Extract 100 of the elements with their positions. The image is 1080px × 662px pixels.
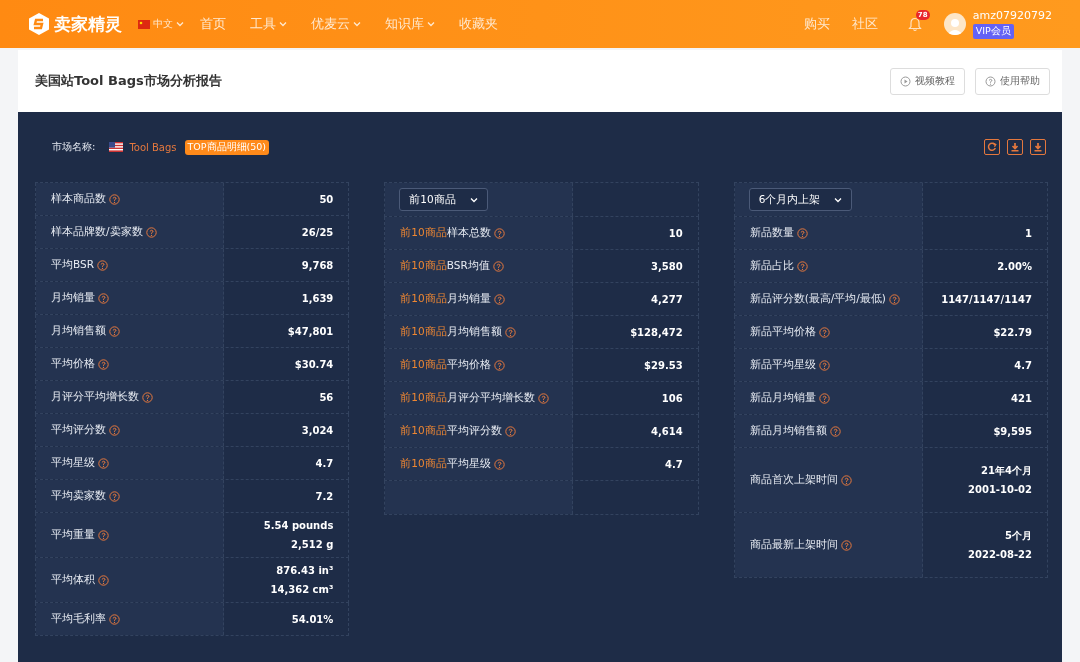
help-icon xyxy=(98,358,109,370)
metric-label: 平均价格 xyxy=(51,357,95,371)
help-icon xyxy=(97,259,108,271)
top-products-tag[interactable]: TOP商品明细(50) xyxy=(184,139,270,155)
nav-link[interactable]: 收藏夹 xyxy=(459,15,498,33)
nav-link[interactable]: 首页 xyxy=(200,15,226,33)
metric-label: 新品月均销售额 xyxy=(749,424,827,438)
metric-label: 平均评分数 xyxy=(51,423,106,437)
brand-name: 卖家精灵 xyxy=(54,12,122,36)
metric-value: 10 xyxy=(668,226,683,241)
chevron-down-icon xyxy=(353,21,361,27)
metric-value: 21年4个月 2001-10-02 xyxy=(968,464,1032,497)
metric-label: 新品占比 xyxy=(749,259,794,273)
metric-label: 商品首次上架时间 xyxy=(749,473,838,487)
metric-value: 1147/1147/1147 xyxy=(941,292,1032,307)
metric-value: 50 xyxy=(319,192,334,207)
metric-value: 3,580 xyxy=(651,259,683,274)
help-icon xyxy=(142,391,153,403)
metric-label: 前10商品月评分平均增长数 xyxy=(400,391,535,405)
help-icon xyxy=(796,260,808,272)
nav-link[interactable]: 优麦云 xyxy=(311,15,361,33)
refresh-button[interactable] xyxy=(984,139,1000,155)
metric-value: 1 xyxy=(1025,226,1032,241)
metric-label: 月均销售额 xyxy=(51,324,106,338)
help-icon xyxy=(840,474,852,486)
help-icon xyxy=(829,425,841,437)
nav-link[interactable]: 工具 xyxy=(250,15,287,33)
chevron-down-icon xyxy=(834,196,843,203)
metric-value: 4,277 xyxy=(651,292,683,307)
help-icon xyxy=(109,490,120,502)
metric-label: 月均销量 xyxy=(51,291,95,305)
help-icon xyxy=(493,458,505,470)
help-icon xyxy=(504,326,516,338)
help-button[interactable]: 使用帮助 xyxy=(975,67,1050,95)
help-icon xyxy=(98,292,109,304)
help-icon xyxy=(796,227,808,239)
metric-value: $9,595 xyxy=(993,424,1032,439)
metric-value: 9,768 xyxy=(301,258,334,273)
market-label: 市场名称: xyxy=(52,140,96,154)
metric-value: 3,024 xyxy=(301,423,334,438)
metric-value: $47,801 xyxy=(287,324,334,339)
chevron-down-icon xyxy=(427,21,435,27)
play-icon xyxy=(900,75,911,87)
metric-label: 新品数量 xyxy=(749,226,794,240)
metric-label: 前10商品平均价格 xyxy=(400,358,491,372)
metric-value: $128,472 xyxy=(630,325,683,340)
download-button[interactable] xyxy=(1030,139,1046,155)
chevron-down-icon xyxy=(176,21,184,27)
metric-label: 前10商品平均星级 xyxy=(400,457,491,471)
metric-value: 5.54 pounds 2,512 g xyxy=(263,519,334,552)
metric-label: 前10商品BSR均值 xyxy=(400,259,490,273)
metric-value: 876.43 in³ 14,362 cm³ xyxy=(270,564,334,597)
metric-label: 前10商品月均销售额 xyxy=(400,325,502,339)
metric-label: 新品平均星级 xyxy=(749,358,816,372)
help-icon xyxy=(109,613,120,625)
nav-link[interactable]: 社区 xyxy=(851,15,878,33)
chevron-down-icon xyxy=(469,196,478,203)
help-icon xyxy=(98,457,109,469)
help-icon xyxy=(109,424,120,436)
dropdown-select[interactable]: 前10商品 xyxy=(399,188,488,211)
metric-label: 平均毛利率 xyxy=(51,612,106,626)
metric-label: 样本品牌数/卖家数 xyxy=(51,225,143,239)
help-icon xyxy=(888,293,900,305)
help-icon xyxy=(504,425,516,437)
flag-icon xyxy=(138,19,150,29)
metric-label: 平均BSR xyxy=(51,258,94,272)
help-icon xyxy=(109,325,120,337)
language-selector[interactable]: 中文 xyxy=(138,17,184,31)
metric-value: 1,639 xyxy=(301,291,334,306)
metric-value: 56 xyxy=(319,390,334,405)
flag-icon xyxy=(109,142,124,152)
metric-label: 前10商品平均评分数 xyxy=(400,424,502,438)
metric-value: 5个月 2022-08-22 xyxy=(968,529,1032,562)
metric-label: 前10商品样本总数 xyxy=(400,226,491,240)
download-icon xyxy=(1009,141,1021,153)
username[interactable]: amz07920792 xyxy=(972,9,1052,22)
video-tutorial-button[interactable]: 视频教程 xyxy=(890,67,965,95)
metric-label: 平均重量 xyxy=(51,528,95,542)
metric-label: 月评分平均增长数 xyxy=(51,390,139,404)
metric-label: 前10商品月均销量 xyxy=(400,292,491,306)
help-icon xyxy=(493,227,505,239)
metric-value: 4.7 xyxy=(315,456,334,471)
metric-value: 4.7 xyxy=(664,457,683,472)
market-link[interactable]: Tool Bags xyxy=(129,141,177,153)
dropdown-select[interactable]: 6个月内上架 xyxy=(748,188,853,211)
download-button[interactable] xyxy=(1007,139,1023,155)
metric-label: 新品月均销量 xyxy=(749,391,816,405)
metric-value: 54.01% xyxy=(291,612,334,627)
metric-value: 26/25 xyxy=(301,225,334,240)
help-icon xyxy=(492,260,504,272)
refresh-icon xyxy=(986,141,998,153)
member-badge: VIP会员 xyxy=(972,24,1014,39)
metric-value: $29.53 xyxy=(644,358,683,373)
nav-link[interactable]: 购买 xyxy=(803,15,830,33)
nav-link[interactable]: 知识库 xyxy=(385,15,435,33)
help-icon xyxy=(109,193,120,205)
help-icon xyxy=(818,359,830,371)
metric-label: 平均星级 xyxy=(51,456,95,470)
help-icon xyxy=(537,392,549,404)
metric-label: 新品评分数(最高/平均/最低) xyxy=(749,292,886,306)
